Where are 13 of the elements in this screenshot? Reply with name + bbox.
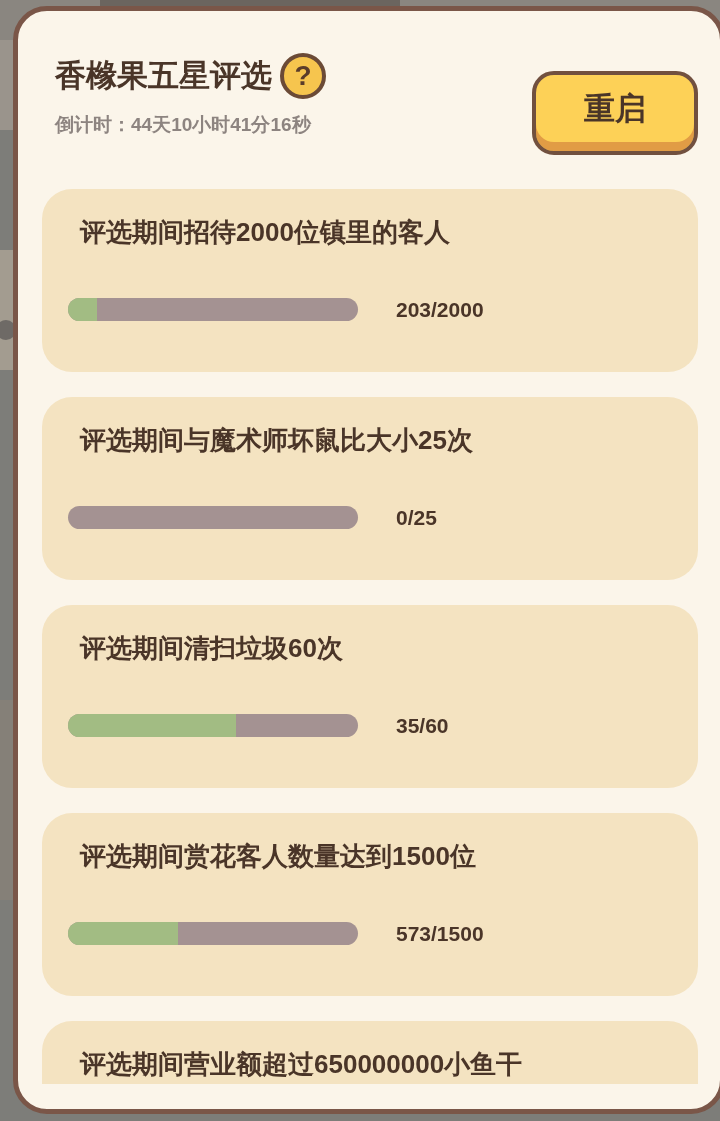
task-title: 评选期间清扫垃圾60次: [80, 633, 344, 665]
progress-count: 203/2000: [396, 297, 484, 324]
restart-button[interactable]: 重启: [532, 71, 698, 155]
countdown-text: 倒计时：44天10小时41分16秒: [55, 113, 313, 137]
help-icon[interactable]: ?: [280, 53, 326, 99]
progress-count: 573/1500: [396, 921, 484, 948]
task-title: 评选期间营业额超过650000000小鱼干: [80, 1049, 524, 1081]
task-title: 评选期间与魔术师坏鼠比大小25次: [80, 425, 474, 457]
progress-count: 35/60: [396, 713, 449, 740]
dialog-title: 香橼果五星评选: [55, 57, 272, 95]
task-title: 评选期间招待2000位镇里的客人: [80, 217, 451, 249]
task-title: 评选期间赏花客人数量达到1500位: [80, 841, 477, 873]
progress-count: 0/25: [396, 505, 437, 532]
